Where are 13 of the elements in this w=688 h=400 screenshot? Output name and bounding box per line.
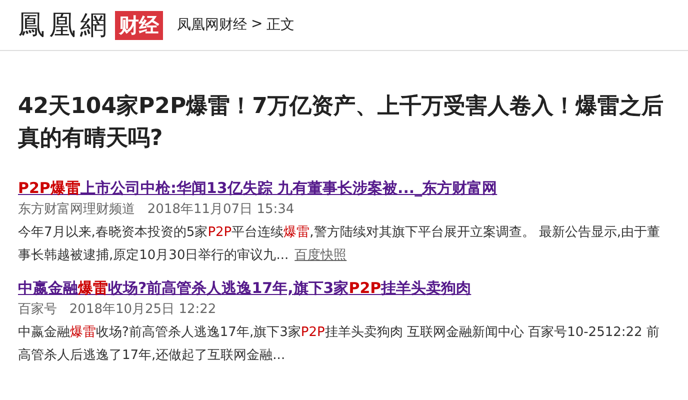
result-snippet: 今年7月以来,春晓资本投资的5家P2P平台连续爆雷,警方陆续对其旗下平台展开立案调查。 最新公告显示,由于董事长韩越被逮捕,原定10月30日举行的审议九... 百度快照 [18, 224, 662, 265]
breadcrumb-link[interactable]: 凤凰网财经 [177, 16, 247, 34]
result-source: 百家号 2018年10月25日 12:22 [18, 301, 218, 319]
result-title-link[interactable]: 中嬴金融爆雷收场?前高管杀人逃逸17年,旗下3家P2P挂羊头卖狗肉 [18, 277, 670, 299]
section-logo[interactable]: 财经 [115, 10, 163, 40]
result-source: 东方财富网理财频道 2018年11月07日 15:34 [18, 201, 296, 219]
breadcrumb-current: 正文 [266, 16, 295, 34]
article-title: 42天104家P2P爆雷！7万亿资产、上千万受害人卷入！爆雷之后真的有晴天吗? [18, 92, 664, 153]
cache-link[interactable]: 百度快照 [294, 248, 347, 263]
result-snippet: 中嬴金融爆雷收场?前高管杀人逃逸17年,旗下3家P2P挂羊头卖狗肉 互联网金融新闻中心 百家号10-2512:22 前高管杀人后逃逸了17年,还做起了互联网金融... [18, 324, 660, 365]
result-title-link[interactable]: P2P爆雷上市公司中枪:华闻13亿失踪 九有董事长涉案被..._东方财富网 [18, 177, 670, 199]
site-logo[interactable]: 鳳凰網 [18, 7, 111, 43]
breadcrumb-separator: > [251, 16, 263, 34]
